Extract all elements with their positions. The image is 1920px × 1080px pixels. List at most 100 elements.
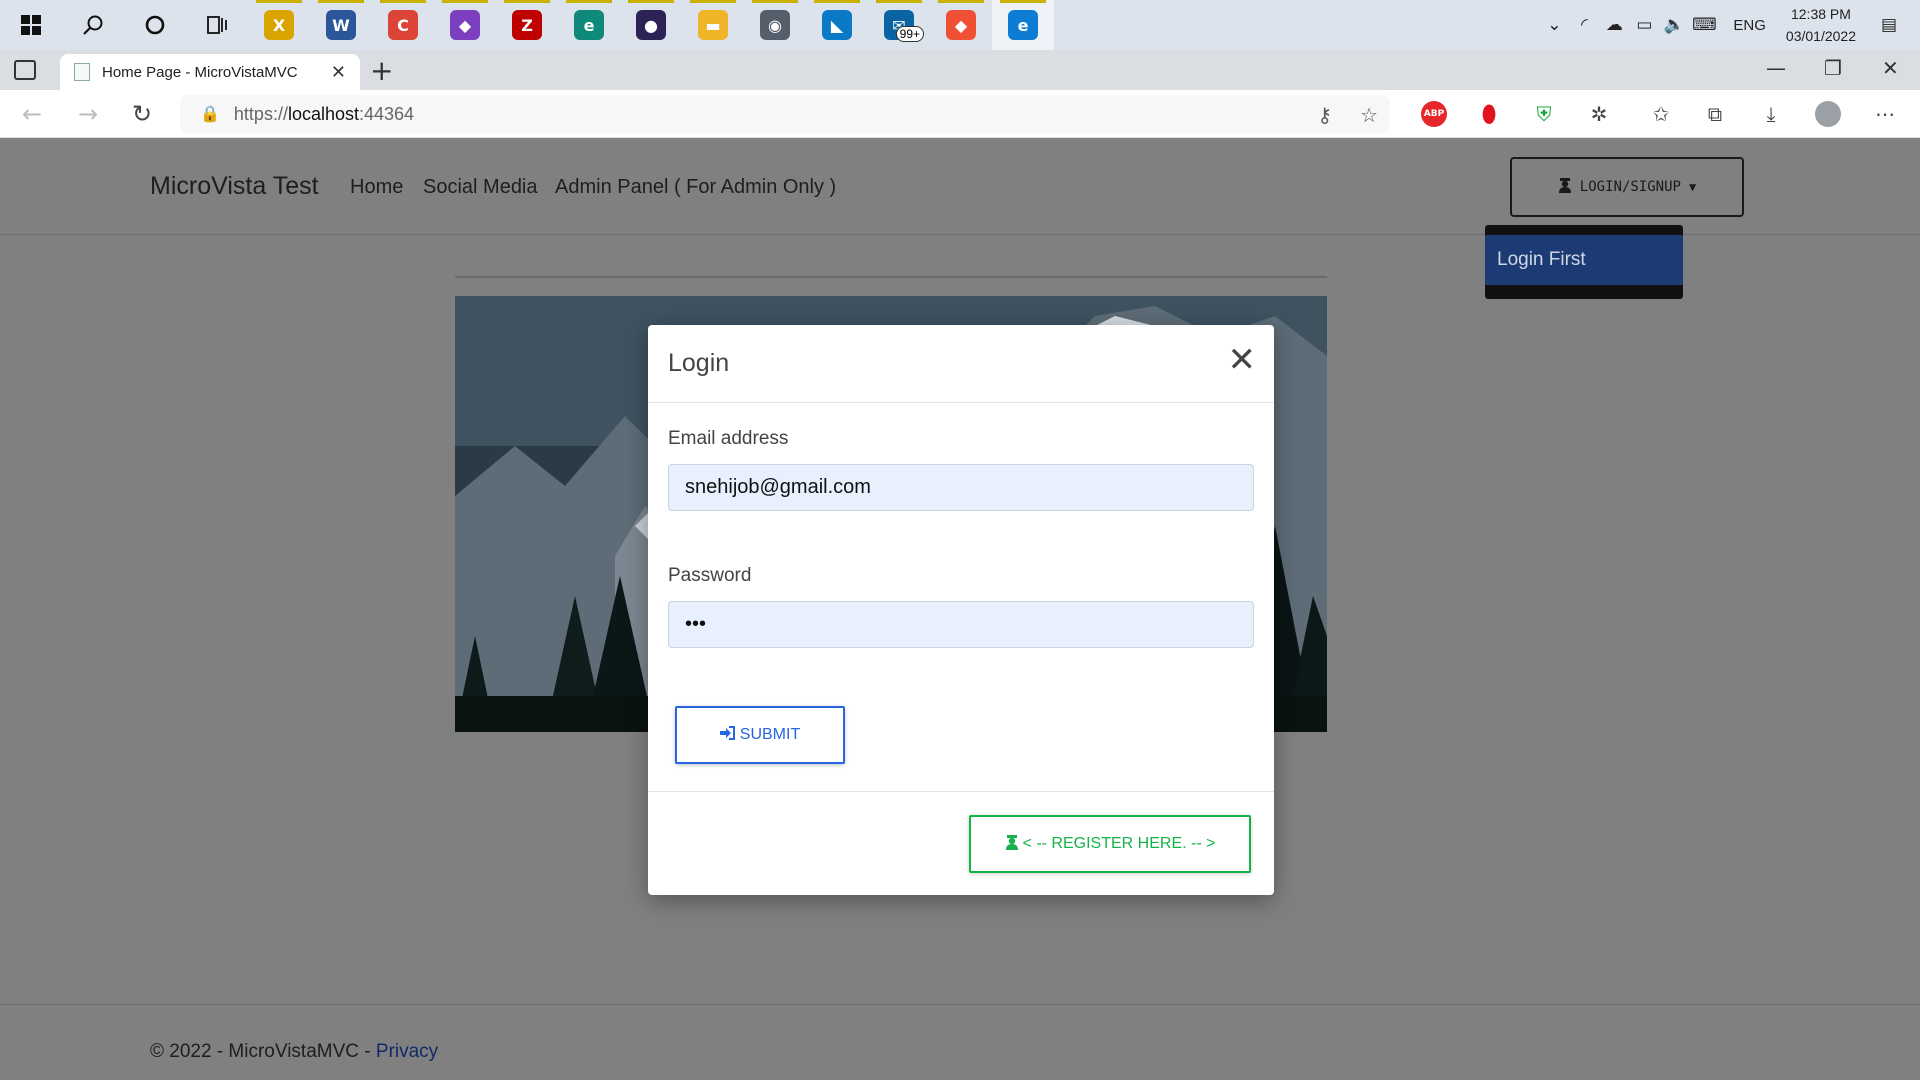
shield-icon[interactable]: ⛨ — [1531, 101, 1557, 127]
cortana-icon[interactable] — [124, 0, 186, 50]
back-icon[interactable]: ← — [22, 100, 42, 128]
word-icon: W — [326, 10, 356, 40]
running-indicator — [1000, 0, 1046, 3]
taskbar-app-edge[interactable]: e — [992, 0, 1054, 50]
login-signup-button[interactable]: LOGIN/SIGNUP ▼ — [1510, 157, 1744, 217]
collections-icon[interactable]: ⧉ — [1702, 101, 1728, 127]
chevron-up-icon[interactable]: ⌄ — [1539, 15, 1569, 35]
taskbar-app-eclipse[interactable]: ● — [620, 0, 682, 50]
divider — [455, 276, 1327, 278]
lock-icon[interactable]: 🔒 — [200, 104, 220, 124]
edge-dev-icon: e — [574, 10, 604, 40]
running-indicator — [380, 0, 426, 3]
taskbar-app-camera[interactable]: ◉ — [744, 0, 806, 50]
clock[interactable]: 12:38 PM 03/01/2022 — [1786, 3, 1856, 47]
sign-in-icon — [719, 725, 736, 745]
visual-studio-icon: ◆ — [450, 10, 480, 40]
eclipse-icon: ● — [636, 10, 666, 40]
taskbar-app-edge-dev[interactable]: e — [558, 0, 620, 50]
taskbar-app-filezilla[interactable]: Z — [496, 0, 558, 50]
taskbar-app-word[interactable]: W — [310, 0, 372, 50]
close-window-icon[interactable]: ✕ — [1882, 56, 1899, 80]
register-button[interactable]: < -- REGISTER HERE. -- > — [969, 815, 1251, 873]
file-explorer-icon: ▬ — [698, 10, 728, 40]
new-tab-button[interactable]: + — [370, 54, 393, 87]
nav-link-home[interactable]: Home — [350, 176, 403, 199]
running-indicator — [256, 0, 302, 3]
downloads-icon[interactable]: ⤓ — [1758, 101, 1784, 127]
nav-link-admin-panel[interactable]: Admin Panel ( For Admin Only ) — [555, 176, 836, 199]
chrome-icon: C — [388, 10, 418, 40]
caret-down-icon: ▼ — [1688, 180, 1697, 194]
running-indicator — [442, 0, 488, 3]
user-graduate-icon — [1005, 834, 1019, 855]
site-footer: © 2022 - MicroVistaMVC - Privacy — [0, 1004, 1920, 1080]
clock-date: 03/01/2022 — [1785, 28, 1856, 44]
adblock-icon[interactable]: ABP — [1421, 101, 1447, 127]
profile-avatar[interactable] — [1815, 101, 1841, 127]
more-menu-icon[interactable]: ⋯ — [1872, 101, 1898, 127]
taskbar-app-chrome[interactable]: C — [372, 0, 434, 50]
search-icon[interactable] — [62, 0, 124, 50]
running-indicator — [752, 0, 798, 3]
tab-close-icon[interactable]: ✕ — [331, 62, 346, 83]
app-ic-xmind-icon: X — [264, 10, 294, 40]
running-indicator — [690, 0, 736, 3]
browser-toolbar: ← → ↻ 🔒 https://localhost:44364 ⚷ ☆ ABP … — [0, 90, 1920, 138]
close-icon[interactable]: ✕ — [1228, 343, 1257, 377]
refresh-icon[interactable]: ↻ — [132, 100, 152, 128]
edge-icon: e — [1008, 10, 1038, 40]
privacy-link[interactable]: Privacy — [376, 1041, 438, 1062]
tab-actions-icon[interactable] — [14, 60, 36, 80]
running-indicator — [876, 0, 922, 3]
forward-icon[interactable]: → — [78, 100, 98, 128]
taskbar-app-git[interactable]: ◆ — [930, 0, 992, 50]
volume-icon[interactable]: 🔈 — [1659, 15, 1689, 35]
add-favorite-icon[interactable]: ☆ — [1360, 103, 1378, 127]
email-field[interactable]: snehijob@gmail.com — [668, 464, 1254, 511]
login-dropdown-menu: Login First — [1485, 225, 1683, 299]
nav-link-social-media[interactable]: Social Media — [423, 176, 538, 199]
restore-icon[interactable]: ❐ — [1824, 56, 1842, 80]
minimize-icon[interactable]: — — [1766, 56, 1786, 80]
windows-start-icon[interactable] — [0, 0, 62, 50]
user-graduate-icon — [1558, 177, 1572, 197]
modal-header: Login ✕ — [648, 325, 1274, 403]
tab-home-page[interactable]: Home Page - MicroVistaMVC ✕ — [60, 54, 360, 90]
ublock-icon[interactable]: ⬮ — [1476, 100, 1502, 128]
login-signup-label: LOGIN/SIGNUP — [1579, 179, 1681, 195]
key-icon[interactable]: ⚷ — [1317, 103, 1332, 127]
taskbar-app-visual-studio[interactable]: ◆ — [434, 0, 496, 50]
site-navbar: MicroVista Test Home Social Media Admin … — [0, 138, 1920, 235]
register-label: < -- REGISTER HERE. -- > — [1022, 835, 1216, 852]
favorites-icon[interactable]: ✩ — [1648, 101, 1674, 127]
address-bar[interactable]: 🔒 https://localhost:44364 ⚷ ☆ — [180, 95, 1390, 133]
cloud-icon[interactable]: ☁ — [1599, 15, 1629, 35]
submit-button[interactable]: SUBMIT — [675, 706, 845, 764]
keyboard-icon[interactable]: ⌨ — [1689, 15, 1719, 35]
system-tray: ⌄ ◜ ☁ ▭ 🔈 ⌨ ENG 12:38 PM 03/01/2022 ▤ — [1539, 0, 1920, 50]
taskbar-app-mail[interactable]: ✉ 99+ — [868, 0, 930, 50]
password-field[interactable]: ••• — [668, 601, 1254, 648]
tab-title: Home Page - MicroVistaMVC — [102, 63, 298, 81]
login-modal: Login ✕ Email address snehijob@gmail.com… — [648, 325, 1274, 895]
running-indicator — [318, 0, 364, 3]
modal-footer: < -- REGISTER HERE. -- > — [648, 791, 1274, 895]
url-text: https://localhost:44364 — [233, 103, 415, 124]
site-brand[interactable]: MicroVista Test — [150, 172, 319, 201]
dropdown-item-login-first[interactable]: Login First — [1485, 235, 1683, 285]
wifi-icon[interactable]: ◜ — [1569, 15, 1599, 35]
task-view-icon[interactable] — [186, 0, 248, 50]
notifications-icon[interactable]: ▤ — [1874, 15, 1904, 35]
taskbar-app-vscode[interactable]: ◣ — [806, 0, 868, 50]
unread-badge: 99+ — [895, 26, 924, 42]
browser-tab-strip: Home Page - MicroVistaMVC ✕ + — ❐ ✕ — [0, 50, 1920, 90]
battery-icon[interactable]: ▭ — [1629, 15, 1659, 35]
language-indicator[interactable]: ENG — [1733, 17, 1766, 34]
filezilla-icon: Z — [512, 10, 542, 40]
extensions-icon[interactable]: ✲ — [1586, 101, 1612, 127]
taskbar-app-file-explorer[interactable]: ▬ — [682, 0, 744, 50]
taskbar-app-app-ic-xmind[interactable]: X — [248, 0, 310, 50]
running-indicator — [814, 0, 860, 3]
modal-title: Login — [668, 349, 730, 377]
